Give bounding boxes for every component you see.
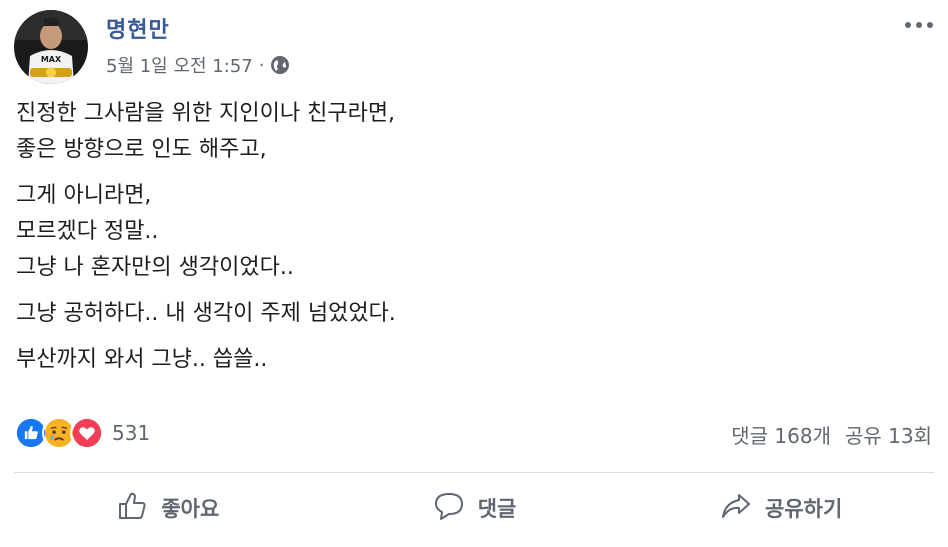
post-timestamp[interactable]: 5월 1일 오전 1:57 <box>106 52 253 78</box>
globe-icon[interactable] <box>270 55 290 75</box>
share-label: 공유하기 <box>765 497 843 521</box>
comment-label: 댓글 <box>477 497 517 521</box>
post-paragraph: 그냥 공허하다.. 내 생각이 주제 넘었었다. <box>16 296 916 332</box>
post-paragraph: 그게 아니라면, 모르겠다 정말.. 그냥 나 혼자만의 생각이었다.. <box>16 178 916 286</box>
post-line: 그냥 나 혼자만의 생각이었다.. <box>16 255 294 280</box>
post-line: 그게 아니라면, <box>16 183 152 208</box>
svg-text:MAX: MAX <box>41 55 62 64</box>
post-line: 부산까지 와서 그냥.. 씁쓸.. <box>16 347 268 372</box>
post-paragraph: 진정한 그사람을 위한 지인이나 친구라면, 좋은 방향으로 인도 해주고, <box>16 96 916 168</box>
post-line: 진정한 그사람을 위한 지인이나 친구라면, <box>16 101 396 126</box>
thumbs-up-icon <box>115 489 149 528</box>
post-line: 좋은 방향으로 인도 해주고, <box>16 137 267 162</box>
love-icon[interactable] <box>70 416 104 450</box>
action-bar: 좋아요 댓글 공유하기 <box>14 478 934 538</box>
meta-separator: · <box>258 54 265 76</box>
author-name[interactable]: 명현만 <box>106 12 170 44</box>
facebook-post: MAX 명현만 5월 1일 오전 1:57 · 진정한 그사람을 위한 지인이나… <box>0 0 948 547</box>
comment-button[interactable]: 댓글 <box>321 478 628 538</box>
reaction-summary[interactable]: 531 <box>14 416 150 450</box>
engagement-stats: 댓글 168개 공유 13회 <box>731 420 932 449</box>
post-paragraph: 부산까지 와서 그냥.. 씁쓸.. <box>16 342 916 378</box>
like-label: 좋아요 <box>161 497 220 521</box>
post-meta: 5월 1일 오전 1:57 · <box>106 52 290 78</box>
more-options-icon[interactable] <box>904 10 934 35</box>
post-line: 모르겠다 정말.. <box>16 219 159 244</box>
share-icon <box>719 489 753 528</box>
comment-count[interactable]: 댓글 168개 <box>731 420 831 449</box>
divider <box>14 472 934 473</box>
post-line: 그냥 공허하다.. 내 생각이 주제 넘었었다. <box>16 301 396 326</box>
author-avatar[interactable]: MAX <box>14 10 88 84</box>
post-content: 진정한 그사람을 위한 지인이나 친구라면, 좋은 방향으로 인도 해주고, 그… <box>16 96 916 388</box>
like-button[interactable]: 좋아요 <box>14 478 321 538</box>
comment-icon <box>432 489 466 528</box>
reaction-count[interactable]: 531 <box>112 421 150 445</box>
share-button[interactable]: 공유하기 <box>627 478 934 538</box>
share-count[interactable]: 공유 13회 <box>845 420 932 449</box>
